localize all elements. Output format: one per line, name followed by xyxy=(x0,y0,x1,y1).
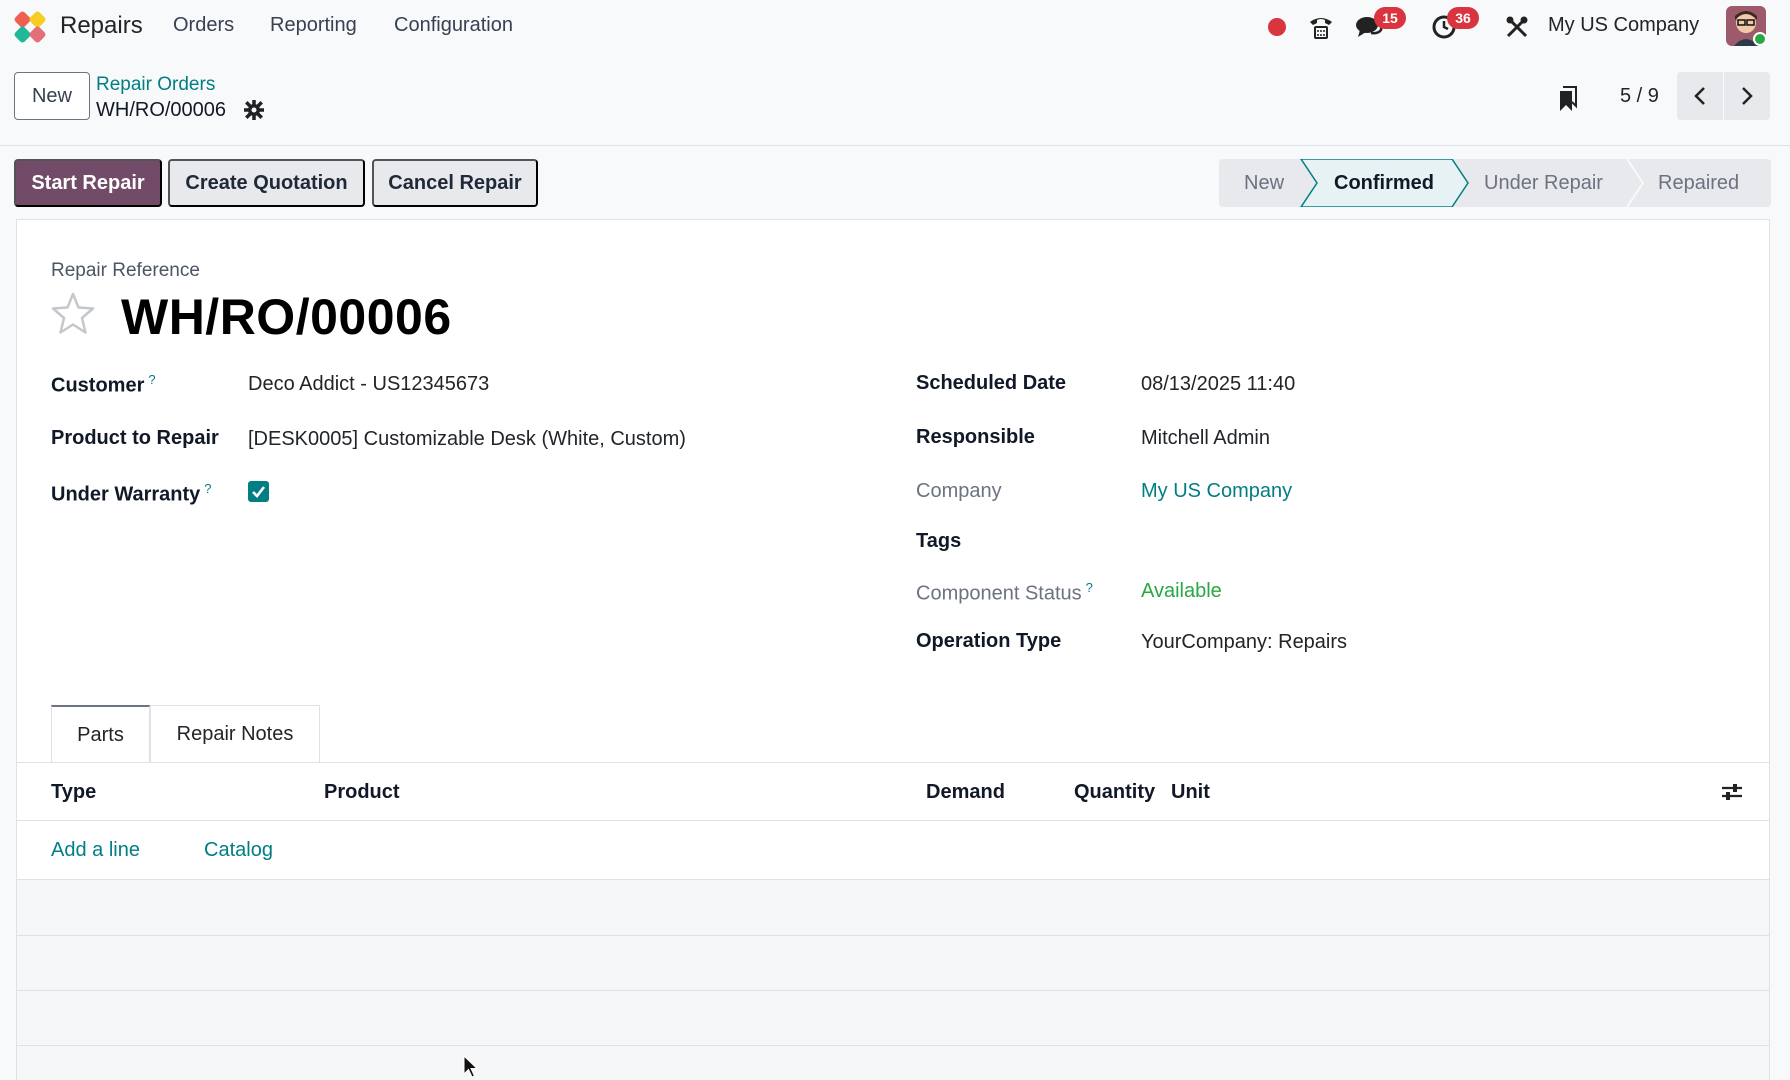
product-to-repair-field[interactable]: [DESK0005] Customizable Desk (White, Cus… xyxy=(248,428,686,451)
status-repaired[interactable]: Repaired xyxy=(1658,172,1739,195)
status-under-repair[interactable]: Under Repair xyxy=(1484,172,1603,195)
gear-icon[interactable] xyxy=(244,100,264,120)
tab-repair-notes[interactable]: Repair Notes xyxy=(150,705,320,763)
under-warranty-label: Under Warranty? xyxy=(51,481,212,506)
customer-help-icon[interactable]: ? xyxy=(148,372,155,387)
tools-icon[interactable] xyxy=(1502,12,1532,42)
mouse-cursor-icon xyxy=(463,1055,479,1078)
empty-table-row xyxy=(17,936,1769,990)
breadcrumb-repair-orders[interactable]: Repair Orders xyxy=(96,74,215,96)
scheduled-date-label: Scheduled Date xyxy=(916,372,1067,394)
column-unit[interactable]: Unit xyxy=(1171,781,1210,804)
component-status-label: Component Status? xyxy=(916,580,1093,605)
create-quotation-button[interactable]: Create Quotation xyxy=(168,159,365,207)
menu-orders[interactable]: Orders xyxy=(173,14,234,37)
messages-badge: 15 xyxy=(1374,7,1406,29)
empty-table-row xyxy=(17,991,1769,1045)
menu-reporting[interactable]: Reporting xyxy=(270,14,357,37)
status-bar: New Confirmed Under Repair Repaired xyxy=(1219,159,1771,207)
operation-type-field[interactable]: YourCompany: Repairs xyxy=(1141,631,1347,654)
activities-badge: 36 xyxy=(1447,7,1479,29)
star-icon[interactable] xyxy=(49,290,97,338)
repair-reference-label: Repair Reference xyxy=(51,260,200,281)
app-name[interactable]: Repairs xyxy=(60,12,143,40)
warranty-help-icon[interactable]: ? xyxy=(204,481,211,496)
chevron-left-icon xyxy=(1694,87,1705,105)
record-icon[interactable] xyxy=(1262,12,1292,42)
column-type[interactable]: Type xyxy=(51,781,96,804)
scheduled-date-field[interactable]: 08/13/2025 11:40 xyxy=(1141,373,1295,396)
company-field[interactable]: My US Company xyxy=(1141,480,1292,503)
optional-columns-icon[interactable] xyxy=(1719,781,1745,803)
column-product[interactable]: Product xyxy=(324,781,400,804)
start-repair-button[interactable]: Start Repair xyxy=(14,159,162,207)
company-label: Company xyxy=(916,480,1002,502)
repair-reference-title[interactable]: WH/RO/00006 xyxy=(121,288,452,346)
operation-type-label: Operation Type xyxy=(916,630,1062,652)
pager-value[interactable]: 5 / 9 xyxy=(1620,85,1659,108)
responsible-label: Responsible xyxy=(916,426,1035,448)
tabs-divider xyxy=(16,762,1770,763)
tags-field[interactable] xyxy=(1141,530,1541,554)
column-quantity[interactable]: Quantity xyxy=(1074,781,1155,804)
empty-table-row xyxy=(17,880,1769,935)
pager-previous-button[interactable] xyxy=(1677,72,1723,120)
under-warranty-checkbox[interactable] xyxy=(248,481,269,502)
chevron-right-icon xyxy=(1742,87,1753,105)
component-status-help-icon[interactable]: ? xyxy=(1086,580,1093,595)
pager-next-button[interactable] xyxy=(1724,72,1770,120)
status-confirmed[interactable]: Confirmed xyxy=(1334,172,1434,195)
new-button[interactable]: New xyxy=(14,72,90,120)
column-demand[interactable]: Demand xyxy=(926,781,1005,804)
top-navbar: Repairs Orders Reporting Configuration 1… xyxy=(0,0,1790,54)
menu-configuration[interactable]: Configuration xyxy=(394,14,513,37)
empty-table-row xyxy=(17,1046,1769,1080)
tags-label: Tags xyxy=(916,530,962,552)
tab-parts[interactable]: Parts xyxy=(51,705,150,763)
responsible-field[interactable]: Mitchell Admin xyxy=(1141,427,1270,450)
catalog-link[interactable]: Catalog xyxy=(204,839,273,862)
company-switcher[interactable]: My US Company xyxy=(1548,14,1699,37)
table-header-divider xyxy=(16,820,1770,821)
checkmark-icon xyxy=(252,486,266,498)
customer-label: Customer? xyxy=(51,372,156,397)
bookmark-icon[interactable] xyxy=(1558,86,1578,112)
add-line-link[interactable]: Add a line xyxy=(51,839,140,862)
customer-field[interactable]: Deco Addict - US12345673 xyxy=(248,373,489,396)
phone-icon[interactable] xyxy=(1306,12,1336,42)
component-status-field: Available xyxy=(1141,580,1222,602)
status-new[interactable]: New xyxy=(1244,172,1284,195)
repairs-app-icon[interactable] xyxy=(12,9,48,45)
online-status-icon xyxy=(1753,32,1767,46)
breadcrumb-current: WH/RO/00006 xyxy=(96,99,227,121)
control-panel-divider xyxy=(0,145,1790,146)
product-to-repair-label: Product to Repair xyxy=(51,427,219,449)
cancel-repair-button[interactable]: Cancel Repair xyxy=(372,159,538,207)
